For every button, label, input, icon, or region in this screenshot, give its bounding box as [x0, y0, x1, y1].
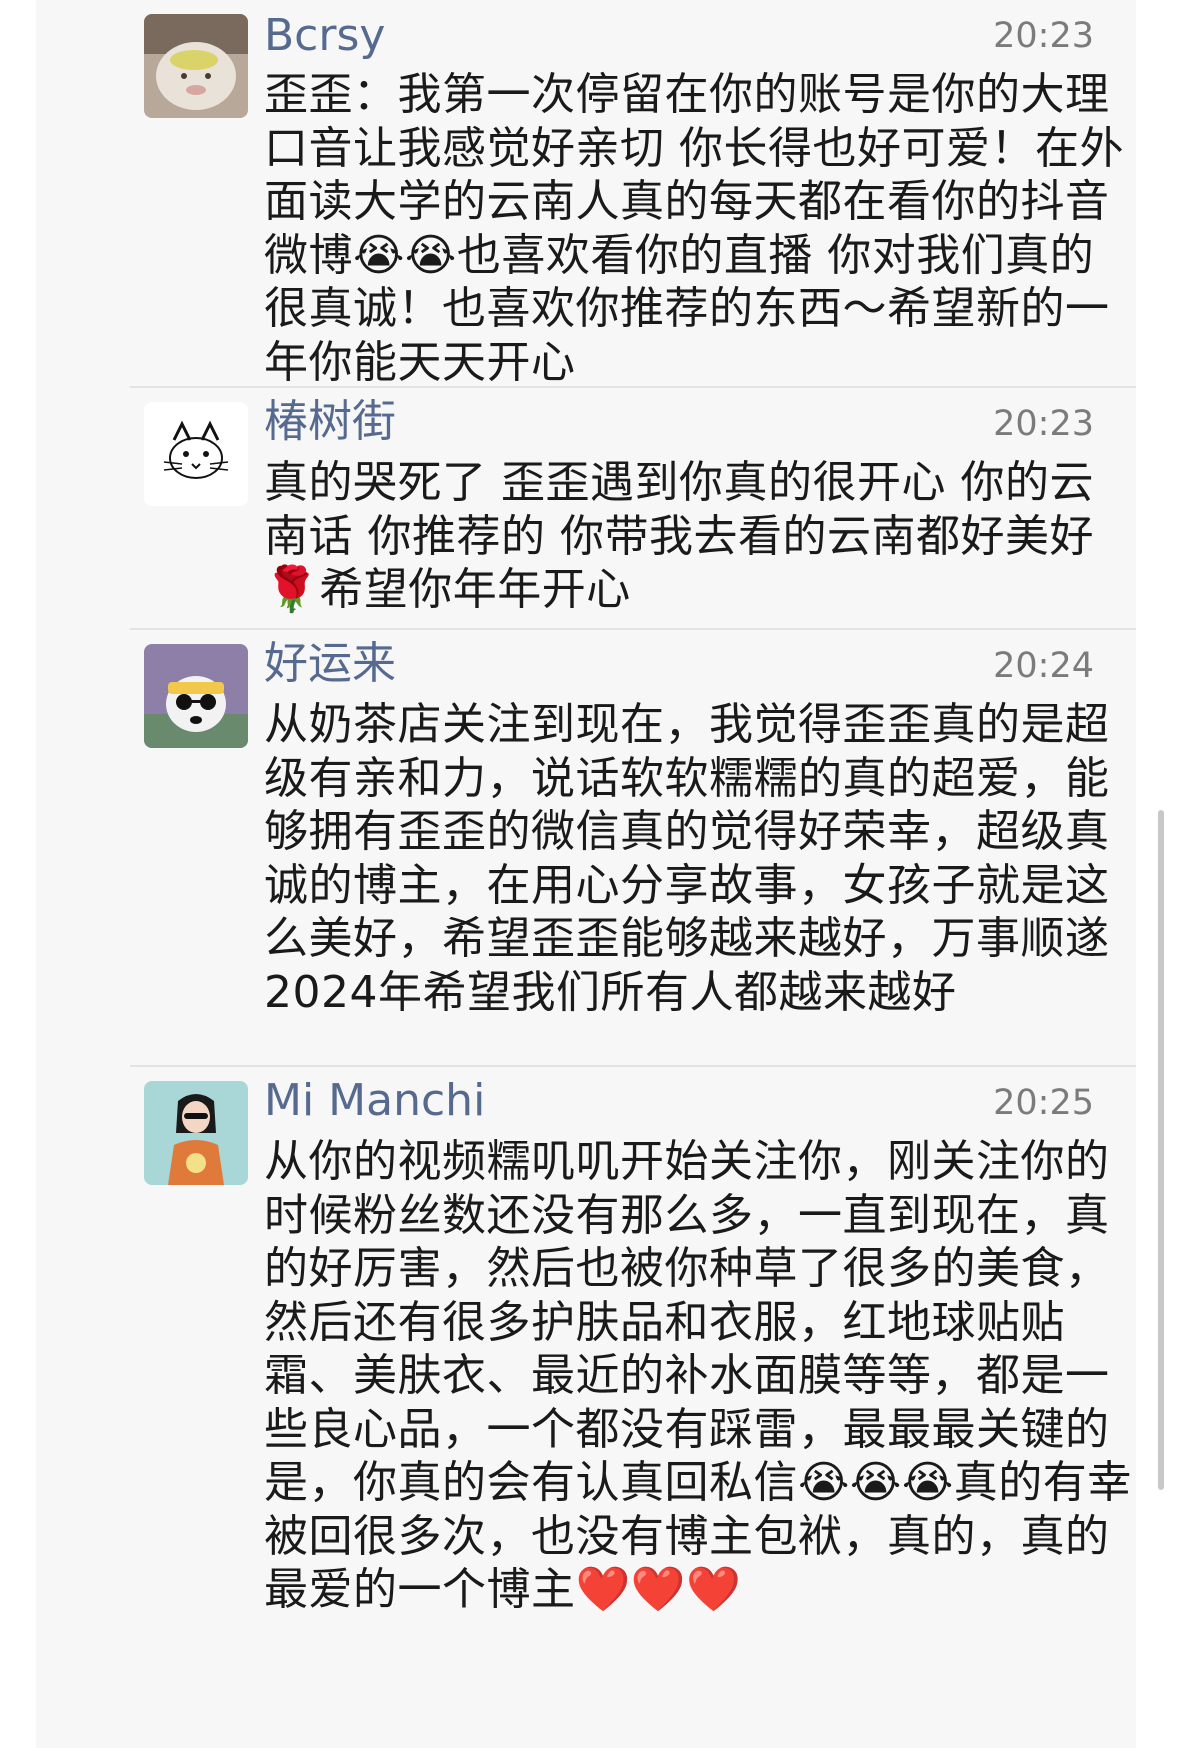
divider — [130, 628, 1136, 630]
scrollbar[interactable] — [1158, 810, 1164, 1490]
divider — [130, 386, 1136, 388]
chat-message-list[interactable]: Bcrsy 20:23 歪歪：我第一次停留在你的账号是你的大理口音让我感觉好亲切… — [36, 0, 1136, 1748]
message-text: 从你的视频糯叽叽开始关注你，刚关注你的时候粉丝数还没有那么多，一直到现在，真的好… — [264, 1136, 1132, 1615]
sender-name[interactable]: Bcrsy — [264, 12, 385, 60]
sender-name[interactable]: 椿树街 — [264, 398, 396, 446]
message-text: 歪歪：我第一次停留在你的账号是你的大理口音让我感觉好亲切 你长得也好可爱！在外面… — [264, 69, 1124, 388]
hamster-avatar-icon — [144, 14, 248, 118]
message-text: 从奶茶店关注到现在，我觉得歪歪真的是超级有亲和力，说话软软糯糯的真的超爱，能够拥… — [264, 699, 1124, 1018]
avatar[interactable] — [144, 14, 248, 118]
girl-illustration-avatar-icon — [144, 1081, 248, 1185]
cat-sketch-avatar-icon — [144, 402, 248, 506]
sender-name[interactable]: 好运来 — [264, 640, 396, 688]
message-time: 20:23 — [993, 404, 1094, 444]
avatar[interactable] — [144, 1081, 248, 1185]
avatar[interactable] — [144, 402, 248, 506]
avatar[interactable] — [144, 644, 248, 748]
message-text: 真的哭死了 歪歪遇到你真的很开心 你的云南话 你推荐的 你带我去看的云南都好美好… — [264, 457, 1094, 615]
divider — [130, 1065, 1136, 1067]
sender-name[interactable]: Mi Manchi — [264, 1077, 485, 1125]
message-time: 20:25 — [993, 1083, 1094, 1123]
message-time: 20:23 — [993, 16, 1094, 56]
dog-with-glasses-avatar-icon — [144, 644, 248, 748]
message-time: 20:24 — [993, 646, 1094, 686]
